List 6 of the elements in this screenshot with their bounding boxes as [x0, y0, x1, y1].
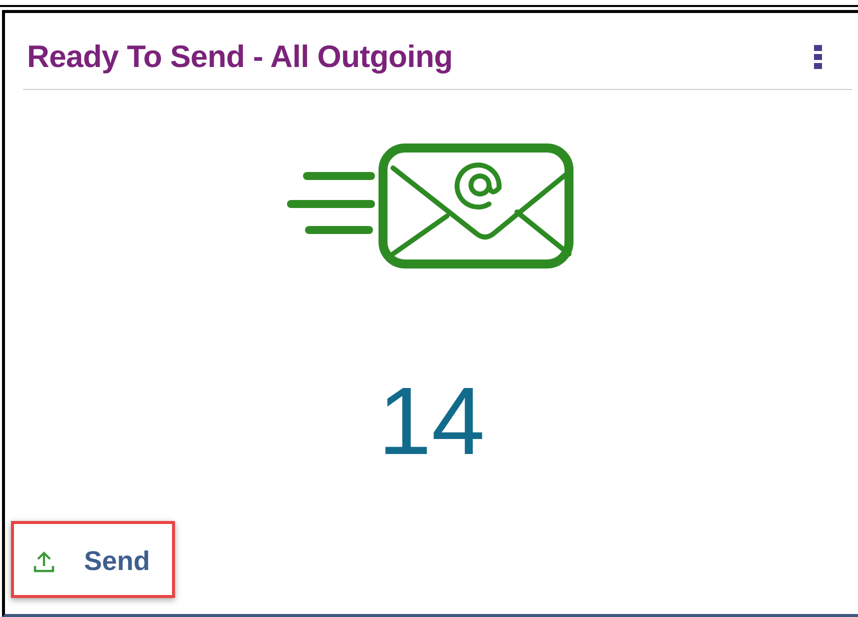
more-options-icon[interactable] [814, 45, 822, 69]
upload-icon [32, 550, 56, 574]
count-value: 14 [377, 374, 486, 470]
send-button[interactable]: Send [11, 521, 176, 598]
card-title: Ready To Send - All Outgoing [27, 39, 453, 75]
email-envelope-icon [286, 142, 576, 270]
